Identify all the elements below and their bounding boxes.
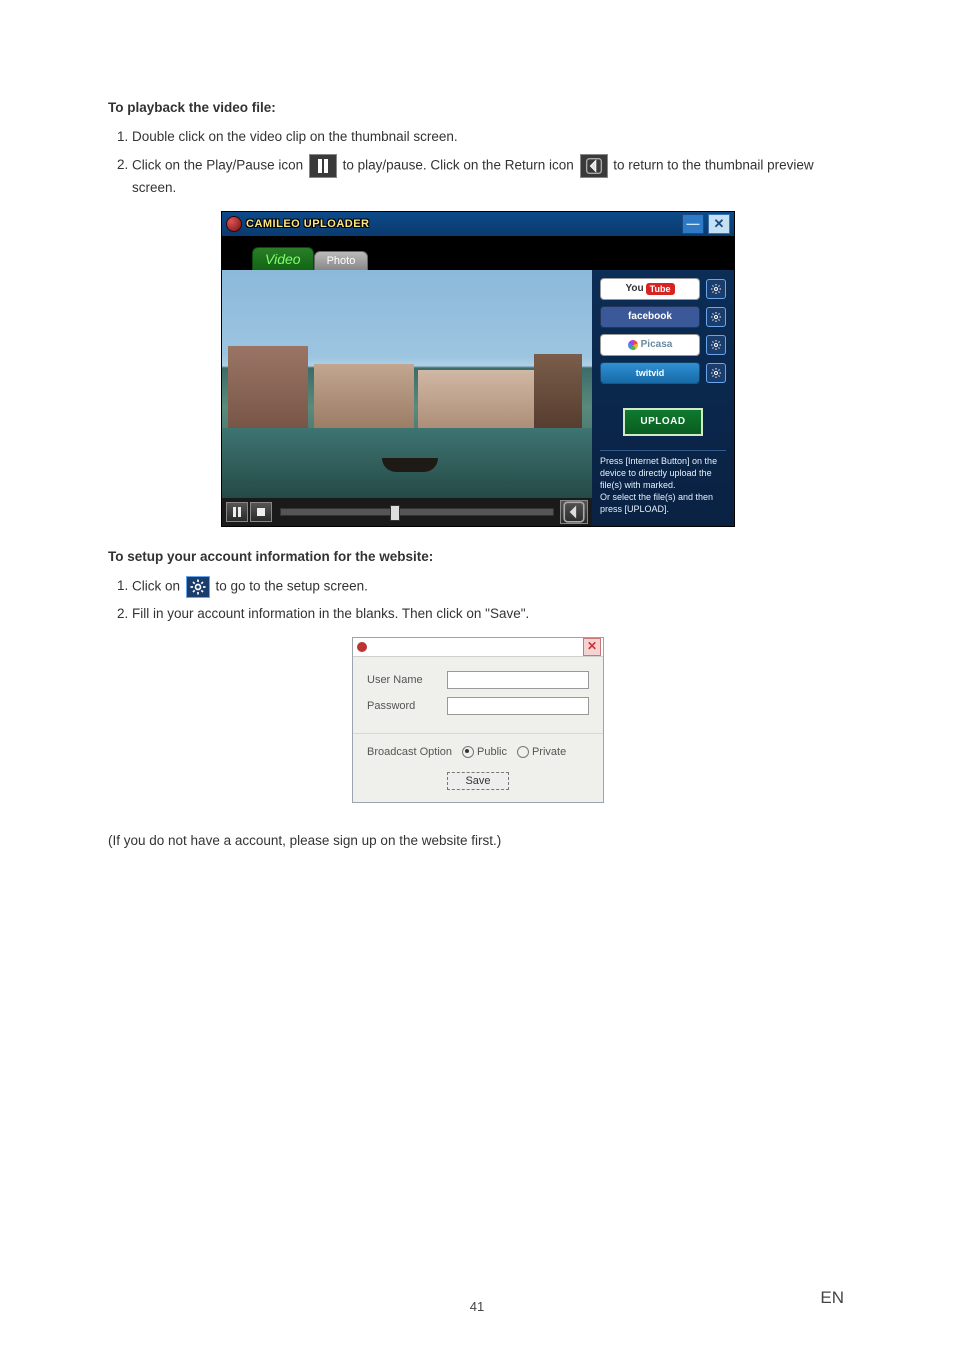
account-note: (If you do not have a account, please si… [108,833,848,848]
pause-icon [309,154,337,178]
upload-hint-2: Or select the file(s) and then press [UP… [600,491,726,515]
password-label: Password [367,700,439,712]
account-step-1a: Click on [132,578,184,593]
playback-title: To playback the video file: [108,100,848,115]
stop-button[interactable] [250,502,272,522]
controls [222,498,592,526]
account-step-1: Click on to go to the setup screen. [132,576,848,598]
tabs-row: Video Photo [222,236,734,270]
dialog-close-button[interactable]: ✕ [583,638,601,656]
pause-button[interactable] [226,502,248,522]
account-dialog: ✕ User Name Password Broadcast Option Pu… [352,637,604,803]
service-facebook[interactable]: facebook [600,306,700,328]
progress-track[interactable] [280,508,554,516]
dialog-titlebar: ✕ [353,638,603,657]
tab-video[interactable]: Video [252,247,314,271]
radio-public[interactable]: Public [462,746,507,758]
radio-private[interactable]: Private [517,746,566,758]
service-picasa[interactable]: Picasa [600,334,700,356]
radio-private-label: Private [532,746,566,758]
account-step-2: Fill in your account information in the … [132,604,848,625]
playback-step-2a: Click on the Play/Pause icon [132,157,307,172]
upload-button[interactable]: UPLOAD [623,408,703,436]
return-icon [580,154,608,178]
radio-public-label: Public [477,746,507,758]
upload-hint: Press [Internet Button] on the device to… [600,450,726,516]
picasa-label: Picasa [641,339,673,350]
playback-list: Double click on the video clip on the th… [108,127,848,199]
uploader-window: CAMILEO UPLOADER — ✕ Video Photo [221,211,735,527]
username-input[interactable] [447,671,589,689]
close-button[interactable]: ✕ [708,214,730,234]
youtube-tube: Tube [646,283,675,295]
preview-image [222,270,592,498]
twitvid-gear-icon[interactable] [706,363,726,383]
titlebar: CAMILEO UPLOADER — ✕ [222,212,734,236]
broadcast-label: Broadcast Option [367,746,452,758]
dialog-icon [357,642,367,652]
youtube-you: You [626,283,646,294]
app-title: CAMILEO UPLOADER [246,218,678,230]
account-list: Click on to go to the setup screen. Fill… [108,576,848,625]
gear-icon [186,576,210,598]
service-youtube[interactable]: You Tube [600,278,700,300]
youtube-gear-icon[interactable] [706,279,726,299]
playback-step-1: Double click on the video clip on the th… [132,127,848,148]
playback-step-2b: to play/pause. Click on the Return icon [343,157,578,172]
password-input[interactable] [447,697,589,715]
radio-public-circle [462,746,474,758]
page-lang: EN [820,1288,844,1308]
return-button[interactable] [560,500,588,524]
facebook-gear-icon[interactable] [706,307,726,327]
picasa-icon [628,340,638,350]
minimize-button[interactable]: — [682,214,704,234]
page-number: 41 [470,1299,484,1314]
progress-thumb[interactable] [390,505,400,521]
tab-photo[interactable]: Photo [314,251,369,271]
account-title: To setup your account information for th… [108,549,848,564]
save-button[interactable]: Save [447,772,509,790]
services-pane: You Tube facebook Picasa [592,270,734,526]
playback-step-2: Click on the Play/Pause icon to play/pau… [132,154,848,199]
account-step-1b: to go to the setup screen. [216,578,368,593]
preview-pane [222,270,592,526]
radio-private-circle [517,746,529,758]
upload-hint-1: Press [Internet Button] on the device to… [600,455,726,491]
service-twitvid[interactable]: twitvid [600,362,700,384]
username-label: User Name [367,674,439,686]
app-icon [226,216,242,232]
picasa-gear-icon[interactable] [706,335,726,355]
